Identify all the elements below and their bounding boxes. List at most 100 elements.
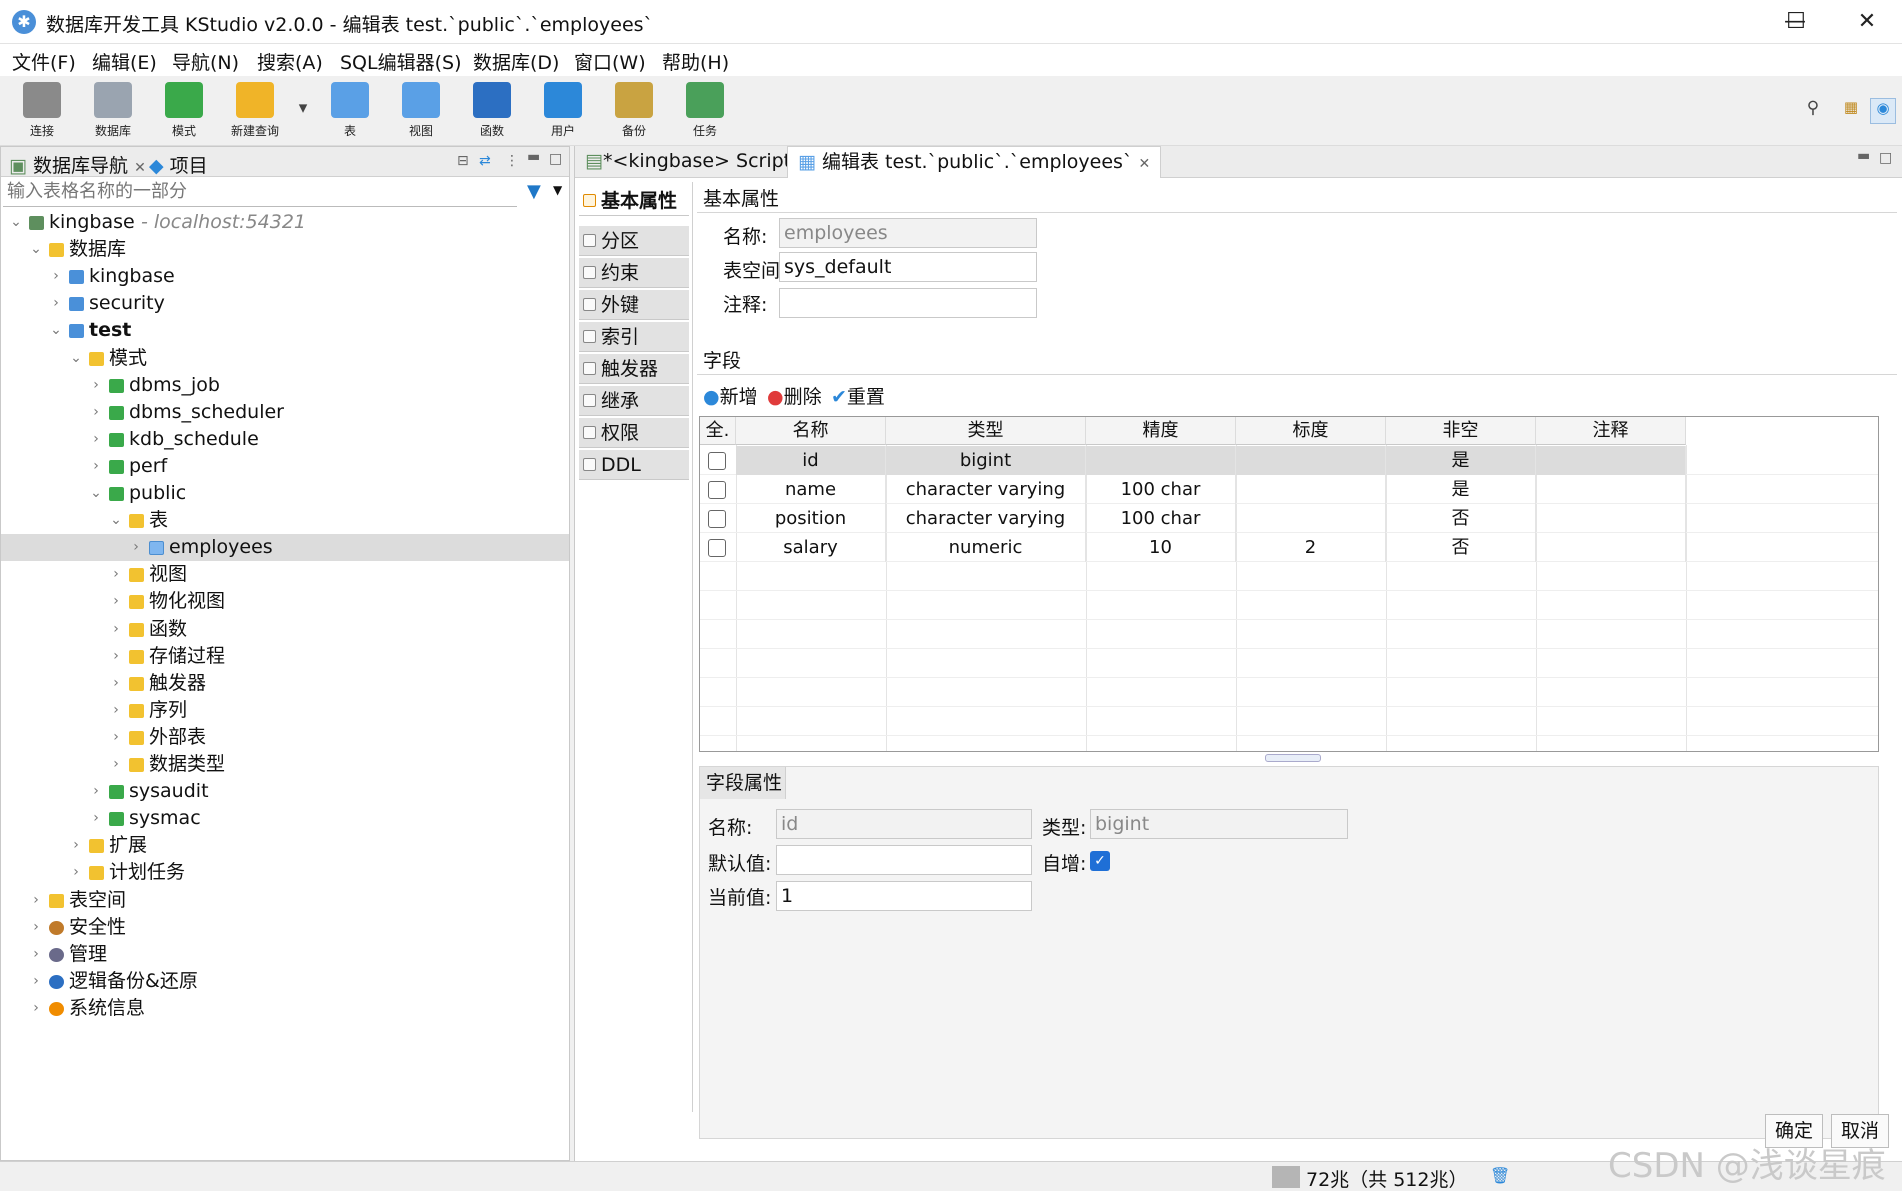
tree-node[interactable]: ⌄ test — [1, 317, 569, 344]
tab-project[interactable]: ◆ 项目 — [149, 151, 208, 178]
cell-scale[interactable] — [1236, 446, 1386, 475]
tree-node[interactable]: › 扩展 — [1, 832, 569, 859]
menu-file[interactable]: 文件(F) — [12, 48, 76, 75]
reset-field-button[interactable]: ✔重置 — [831, 382, 885, 409]
maximize-button[interactable]: ☐ — [1778, 0, 1814, 44]
tree-node[interactable]: › 外部表 — [1, 724, 569, 751]
chevron-right-icon[interactable]: › — [89, 778, 103, 805]
chevron-down-icon[interactable]: ▼ — [553, 183, 562, 197]
cell-precision[interactable]: 100 char — [1086, 475, 1236, 504]
tab-database-navigator[interactable]: ▣ 数据库导航 ✕ — [9, 151, 146, 178]
chevron-right-icon[interactable]: › — [109, 724, 123, 751]
tree-node[interactable]: ⌄ public — [1, 480, 569, 507]
tree-node[interactable]: ⌄ kingbase - localhost:54321 — [1, 209, 569, 236]
tree-node[interactable]: › security — [1, 290, 569, 317]
menu-sql-editor[interactable]: SQL编辑器(S) — [340, 48, 462, 75]
side-tab[interactable]: 外键 — [579, 290, 689, 320]
delete-field-button[interactable]: ●删除 — [767, 382, 822, 409]
row-checkbox[interactable] — [708, 452, 726, 470]
table-row[interactable]: position character varying 100 char 否 — [700, 504, 1878, 533]
cell-name[interactable]: id — [736, 446, 886, 475]
side-tab[interactable]: 约束 — [579, 258, 689, 288]
view-button[interactable]: 视图 — [389, 80, 453, 142]
cell-name[interactable]: name — [736, 475, 886, 504]
side-tab[interactable]: 继承 — [579, 386, 689, 416]
close-button[interactable]: ✕ — [1832, 0, 1902, 44]
column-header[interactable]: 精度 — [1086, 417, 1236, 445]
chevron-right-icon[interactable]: › — [109, 561, 123, 588]
tree-node[interactable]: › 计划任务 — [1, 859, 569, 886]
chevron-right-icon[interactable]: › — [89, 426, 103, 453]
row-checkbox[interactable] — [708, 510, 726, 528]
chevron-right-icon[interactable]: › — [109, 751, 123, 778]
chevron-right-icon[interactable]: › — [109, 643, 123, 670]
table-button[interactable]: 表 — [318, 80, 382, 142]
backup-button[interactable]: 备份 — [602, 80, 666, 142]
maximize-editor-icon[interactable]: □ — [1879, 150, 1892, 166]
tree-node[interactable]: › 触发器 — [1, 670, 569, 697]
chevron-right-icon[interactable]: › — [89, 372, 103, 399]
tree-node[interactable]: › employees — [1, 534, 569, 562]
user-button[interactable]: 用户 — [531, 80, 595, 142]
maximize-view-icon[interactable]: □ — [549, 151, 562, 167]
minimize-editor-icon[interactable]: ▬ — [1857, 148, 1870, 164]
chevron-down-icon[interactable]: ▾ — [290, 98, 316, 124]
tree-node[interactable]: › 管理 — [1, 941, 569, 968]
search-icon[interactable]: ⚲ — [1800, 98, 1826, 124]
cell-name[interactable]: salary — [736, 533, 886, 562]
chevron-down-icon[interactable]: ⌄ — [29, 236, 43, 263]
cell-notnull[interactable]: 否 — [1386, 533, 1536, 562]
collapse-all-icon[interactable]: ⊟ — [457, 153, 469, 169]
close-icon[interactable]: ✕ — [134, 160, 146, 176]
chevron-right-icon[interactable]: › — [29, 995, 43, 1022]
garbage-collect-icon[interactable]: 🗑 — [1490, 1166, 1510, 1185]
column-header[interactable]: 标度 — [1236, 417, 1386, 445]
chevron-down-icon[interactable]: ⌄ — [69, 345, 83, 372]
tab-edit-table[interactable]: ▦ 编辑表 test.`public`.`employees` ✕ — [787, 146, 1162, 178]
menu-window[interactable]: 窗口(W) — [574, 48, 646, 75]
table-row[interactable]: name character varying 100 char 是 — [700, 475, 1878, 504]
tree-node[interactable]: › 视图 — [1, 561, 569, 588]
tree-node[interactable]: ⌄ 模式 — [1, 345, 569, 372]
database-button[interactable]: 数据库 — [81, 80, 145, 142]
task-button[interactable]: 任务 — [673, 80, 737, 142]
splitter-handle[interactable] — [1265, 754, 1321, 762]
tablespace-field[interactable]: sys_default — [779, 252, 1037, 282]
tree-node[interactable]: › 安全性 — [1, 914, 569, 941]
tree-node[interactable]: › 存储过程 — [1, 643, 569, 670]
chevron-right-icon[interactable]: › — [29, 968, 43, 995]
tree-node[interactable]: › sysaudit — [1, 778, 569, 805]
chevron-right-icon[interactable]: › — [129, 534, 143, 561]
side-tab[interactable]: 分区 — [579, 226, 689, 256]
table-row[interactable]: id bigint 是 — [700, 446, 1878, 475]
tree-node[interactable]: › 系统信息 — [1, 995, 569, 1022]
column-header[interactable]: 类型 — [886, 417, 1086, 445]
cell-type[interactable]: character varying — [886, 475, 1086, 504]
chevron-right-icon[interactable]: › — [29, 941, 43, 968]
table-row[interactable]: salary numeric 10 2 否 — [700, 533, 1878, 562]
menu-search[interactable]: 搜索(A) — [257, 48, 323, 75]
perspective-icon[interactable]: ▦ — [1838, 98, 1864, 124]
connect-button[interactable]: 连接 — [10, 80, 74, 142]
chevron-down-icon[interactable]: ⌄ — [89, 480, 103, 507]
tree-node[interactable]: › dbms_scheduler — [1, 399, 569, 426]
chevron-right-icon[interactable]: › — [49, 263, 63, 290]
chevron-right-icon[interactable]: › — [89, 399, 103, 426]
cell-scale[interactable] — [1236, 475, 1386, 504]
tree-node[interactable]: › 函数 — [1, 616, 569, 643]
view-menu-icon[interactable]: ⋮ — [505, 153, 519, 169]
tree-node[interactable]: ⌄ 数据库 — [1, 236, 569, 263]
chevron-right-icon[interactable]: › — [89, 453, 103, 480]
field-type-field[interactable]: bigint — [1090, 809, 1348, 839]
cell-type[interactable]: character varying — [886, 504, 1086, 533]
auto-increment-checkbox[interactable]: ✓ — [1090, 851, 1110, 871]
chevron-right-icon[interactable]: › — [109, 616, 123, 643]
chevron-right-icon[interactable]: › — [69, 832, 83, 859]
side-tab[interactable]: DDL — [579, 450, 689, 480]
column-header[interactable]: 非空 — [1386, 417, 1536, 445]
side-tab[interactable]: 索引 — [579, 322, 689, 352]
cell-type[interactable]: bigint — [886, 446, 1086, 475]
menu-help[interactable]: 帮助(H) — [662, 48, 729, 75]
side-tab[interactable]: 基本属性 — [579, 186, 689, 216]
cell-precision[interactable]: 10 — [1086, 533, 1236, 562]
